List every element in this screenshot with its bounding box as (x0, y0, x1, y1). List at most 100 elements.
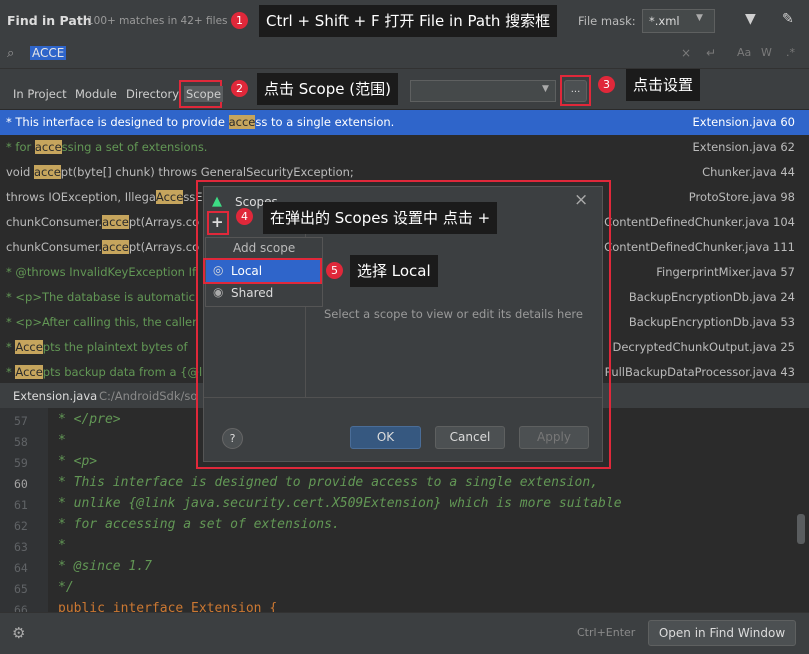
android-icon: ▲ (212, 194, 222, 209)
clear-icon[interactable]: × (681, 46, 691, 60)
chevron-down-icon: ▼ (696, 13, 703, 23)
match-highlight: acce (102, 240, 129, 254)
result-snippet: chunkConsumer.accept(Arrays.co (6, 240, 200, 254)
result-snippet: * This interface is designed to provide … (6, 115, 395, 129)
regex-icon[interactable]: .* (786, 46, 795, 59)
result-snippet: * for accessing a set of extensions. (6, 140, 208, 154)
dialog-title: Find in Path (7, 13, 92, 28)
result-file: PullBackupDataProcessor.java 43 (604, 365, 795, 379)
result-file: BackupEncryptionDb.java 53 (628, 315, 795, 329)
code-line: * (58, 433, 66, 448)
code-line: * </pre> (58, 412, 121, 427)
match-count: 100+ matches in 42+ files (87, 15, 228, 27)
result-row[interactable]: * for accessing a set of extensions. Exte… (0, 135, 809, 160)
file-path: C:/AndroidSdk/so (99, 389, 198, 403)
shortcut-hint: Ctrl+Enter (577, 626, 636, 639)
line-number: 57 (14, 414, 28, 428)
editor-scrollbar[interactable] (797, 514, 805, 544)
callout-2: 点击 Scope (范围) (257, 73, 398, 105)
gear-icon[interactable]: ⚙ (12, 624, 25, 642)
help-button[interactable]: ? (222, 428, 243, 449)
pin-icon[interactable]: ✎ (782, 11, 794, 27)
filter-icon[interactable]: ▼ (745, 11, 756, 27)
callout-3: 点击设置 (626, 69, 701, 101)
result-snippet: * <p>After calling this, the caller (6, 315, 197, 329)
result-snippet: * <p>The database is automatic (6, 290, 195, 304)
search-icon: ⌕ (7, 46, 15, 61)
line-number: 65 (14, 582, 28, 596)
file-mask-label: File mask: (578, 14, 636, 28)
match-highlight: Acce (15, 365, 43, 379)
line-number: 59 (14, 456, 28, 470)
divider (204, 397, 602, 398)
code-line: * for accessing a set of extensions. (58, 517, 340, 532)
line-number: 62 (14, 519, 28, 533)
step-number-2: 2 (231, 80, 248, 97)
code-line: */ (58, 580, 74, 595)
code-line: * unlike {@link java.security.cert.X509E… (58, 496, 622, 511)
tab-module[interactable]: Module (75, 87, 117, 101)
newline-icon[interactable]: ↵ (706, 46, 716, 60)
match-highlight: acce (34, 165, 61, 179)
line-number: 64 (14, 561, 28, 575)
match-case-icon[interactable]: Aa (737, 46, 751, 59)
match-highlight: acce (228, 115, 256, 129)
result-snippet: chunkConsumer.accept(Arrays.co (6, 215, 200, 229)
result-file: ProtoStore.java 98 (688, 190, 795, 204)
search-input[interactable]: ACCE (30, 46, 67, 60)
step-number-5: 5 (326, 262, 343, 279)
tab-scope[interactable]: Scope (184, 86, 224, 102)
line-number: 63 (14, 540, 28, 554)
callout-1: Ctrl + Shift + F 打开 File in Path 搜索框 (259, 5, 558, 37)
ok-button[interactable]: OK (350, 426, 421, 449)
line-number: 61 (14, 498, 28, 512)
callout-5: 选择 Local (350, 255, 438, 287)
open-in-find-window-button[interactable]: Open in Find Window (648, 620, 796, 646)
step-number-4: 4 (236, 208, 253, 225)
step-number-1: 1 (231, 12, 248, 29)
code-line: * <p> (58, 454, 98, 469)
result-file: Extension.java 60 (692, 115, 796, 129)
chevron-down-icon: ▼ (542, 84, 549, 94)
result-file: ContentDefinedChunker.java 111 (604, 240, 795, 254)
match-highlight: Acce (155, 190, 184, 204)
close-icon[interactable]: × (574, 190, 588, 210)
code-line: * @since 1.7 (58, 559, 152, 574)
popup-title: Add scope (233, 241, 296, 255)
scope-select[interactable]: ▼ (410, 80, 556, 102)
result-file: ContentDefinedChunker.java 104 (604, 215, 795, 229)
callout-4: 在弹出的 Scopes 设置中 点击 + (263, 202, 498, 234)
result-snippet: * Accepts the plaintext bytes of (6, 340, 188, 354)
result-file: Chunker.java 44 (702, 165, 795, 179)
file-name: Extension.java (13, 389, 98, 403)
step-number-3: 3 (598, 76, 615, 93)
add-scope-button[interactable]: + (211, 213, 224, 231)
result-file: Extension.java 62 (692, 140, 796, 154)
tab-directory[interactable]: Directory (126, 87, 179, 101)
tab-in-project[interactable]: In Project (13, 87, 67, 101)
search-row: ⌕ ACCE × ↵ Aa W .* (0, 42, 809, 69)
empty-detail-text: Select a scope to view or edit its detai… (324, 307, 583, 321)
line-number: 58 (14, 435, 28, 449)
whole-words-icon[interactable]: W (761, 46, 772, 59)
apply-button[interactable]: Apply (519, 426, 589, 449)
scope-settings-button[interactable]: ... (564, 80, 587, 102)
popup-item-shared[interactable]: ◉ Shared (206, 282, 320, 304)
local-highlight (203, 258, 322, 284)
result-row[interactable]: * This interface is designed to provide … (0, 110, 809, 135)
code-line: * (58, 538, 66, 553)
match-highlight: acce (102, 215, 129, 229)
result-file: BackupEncryptionDb.java 24 (628, 290, 795, 304)
match-highlight: Acce (15, 340, 43, 354)
result-snippet: * @throws InvalidKeyException If (6, 265, 197, 279)
shared-scope-icon: ◉ (213, 285, 224, 299)
cancel-button[interactable]: Cancel (435, 426, 505, 449)
bottom-bar: ⚙ Ctrl+Enter Open in Find Window (0, 612, 809, 654)
code-line: * This interface is designed to provide … (58, 475, 599, 490)
result-snippet: * Accepts backup data from a {@l (6, 365, 203, 379)
file-mask-select[interactable]: *.xml ▼ (642, 9, 715, 33)
result-file: FingerprintMixer.java 57 (656, 265, 795, 279)
match-highlight: acce (34, 140, 62, 154)
result-file: DecryptedChunkOutput.java 25 (612, 340, 795, 354)
line-number: 60 (14, 477, 28, 491)
